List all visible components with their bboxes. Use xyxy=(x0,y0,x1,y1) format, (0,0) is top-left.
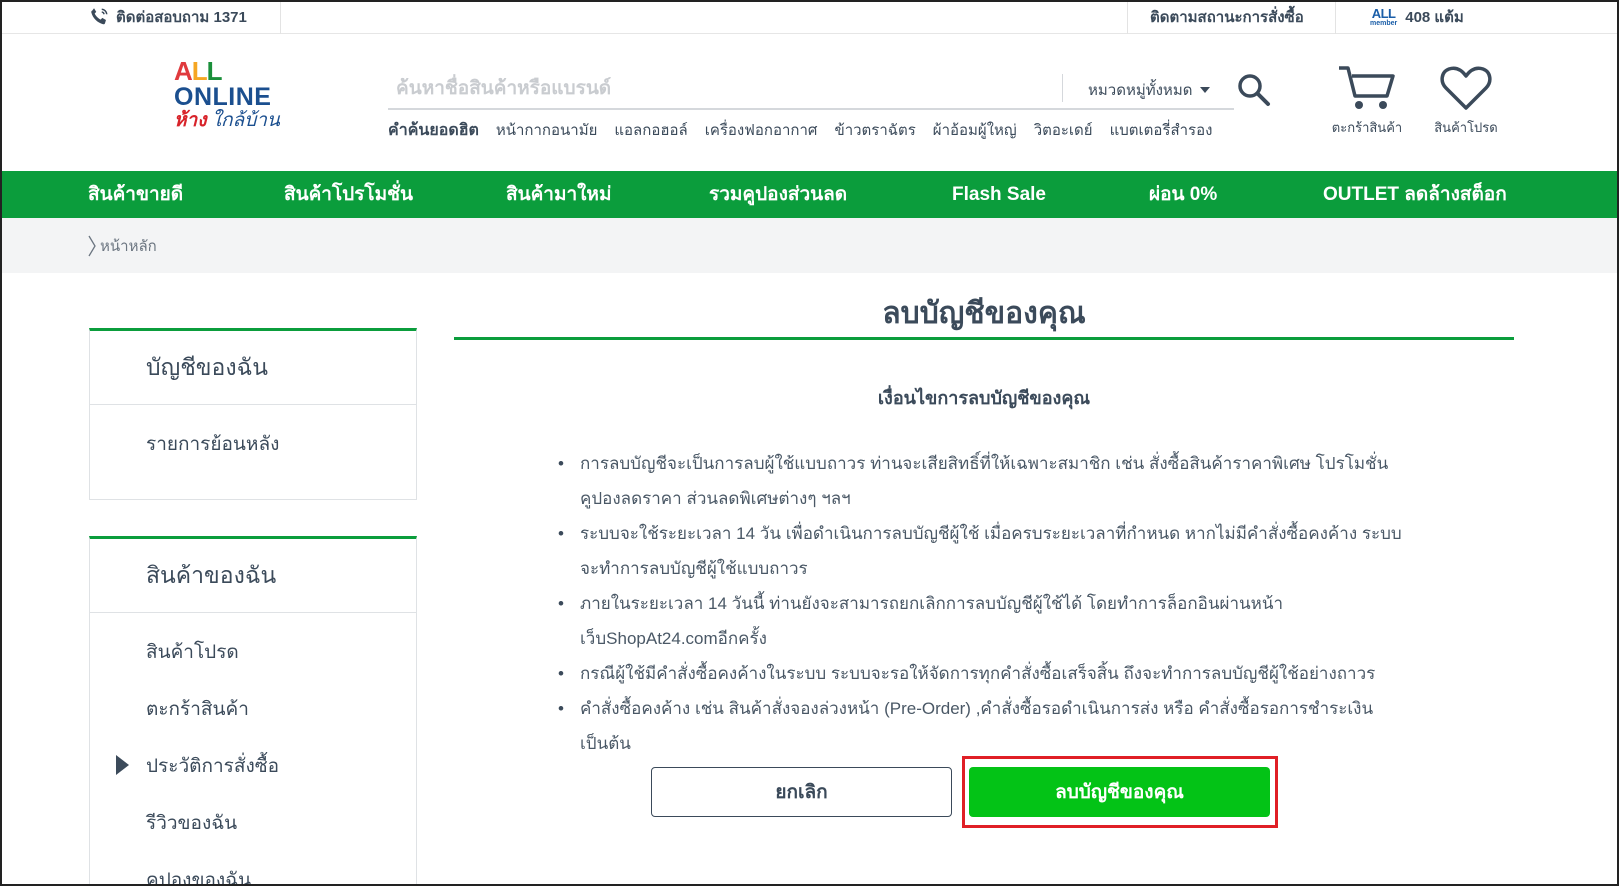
delete-account-button[interactable]: ลบบัญชีของคุณ xyxy=(969,767,1270,817)
favorites-label: สินค้าโปรด xyxy=(1434,120,1498,135)
nav-flash-sale[interactable]: Flash Sale xyxy=(952,171,1046,218)
list-item: การลบบัญชีจะเป็นการลบผู้ใช้แบบถาวร ท่านจ… xyxy=(558,446,1410,516)
phone-icon xyxy=(91,8,108,25)
sidebar-account: บัญชีของฉัน รายการย้อนหลัง xyxy=(89,328,417,500)
nav-coupons[interactable]: รวมคูปองส่วนลด xyxy=(709,171,847,218)
title-underline xyxy=(454,337,1514,340)
chevron-right-icon xyxy=(88,235,96,257)
all-member-logo: ALL member xyxy=(1370,7,1397,27)
sidebar-item-history[interactable]: รายการย้อนหลัง xyxy=(90,429,416,459)
topbar-divider xyxy=(1335,0,1336,34)
caret-down-icon xyxy=(1200,87,1211,93)
favorites-button[interactable]: สินค้าโปรด xyxy=(1424,64,1508,138)
hot-keyword[interactable]: ผ้าอ้อมผู้ใหญ่ xyxy=(933,118,1017,143)
hot-keyword[interactable]: ข้าวตราฉัตร xyxy=(834,118,915,143)
hot-keyword[interactable]: วิตอะเดย์ xyxy=(1034,118,1093,143)
logo-tagline: ห้าง ใกล้บ้าน xyxy=(174,110,280,131)
points-text: 408 แต้ม xyxy=(1405,9,1464,26)
search-divider xyxy=(1062,74,1063,102)
category-dropdown[interactable]: หมวดหมู่ทั้งหมด xyxy=(1088,78,1211,102)
search-input[interactable] xyxy=(396,74,1036,104)
top-utility-bar: ติดต่อสอบถาม 1371 ติดตามสถานะการสั่งซื้อ… xyxy=(0,0,1619,34)
sidebar-item-favorites[interactable]: สินค้าโปรด xyxy=(90,637,416,667)
topbar-divider xyxy=(1127,0,1128,34)
topbar-divider xyxy=(280,0,281,34)
list-item: ระบบจะใช้ระยะเวลา 14 วัน เพื่อดำเนินการล… xyxy=(558,516,1410,586)
hot-keyword[interactable]: แอลกอฮอล์ xyxy=(614,118,687,143)
member-logo-sub: member xyxy=(1370,20,1398,27)
hot-keywords: คำค้นยอดฮิต หน้ากากอนามัย แอลกอฮอล์ เครื… xyxy=(388,118,1212,143)
logo-line-online: ONLINE xyxy=(174,83,272,111)
cart-icon xyxy=(1339,66,1395,109)
cancel-button[interactable]: ยกเลิก xyxy=(651,767,952,817)
cart-button[interactable]: ตะกร้าสินค้า xyxy=(1322,64,1412,138)
nav-bestsellers[interactable]: สินค้าขายดี xyxy=(88,171,183,218)
list-item: กรณีผู้ใช้มีคำสั่งซื้อคงค้างในระบบ ระบบจ… xyxy=(558,656,1410,691)
track-order-link[interactable]: ติดตามสถานะการสั่งซื้อ xyxy=(1150,2,1304,32)
sidebar-item-cart[interactable]: ตะกร้าสินค้า xyxy=(90,694,416,724)
conditions-title: เงื่อนไขการลบบัญชีของคุณ xyxy=(877,388,1091,408)
nav-installment[interactable]: ผ่อน 0% xyxy=(1149,171,1217,218)
active-arrow-icon xyxy=(116,755,129,775)
list-item: ภายในระยะเวลา 14 วันนี้ ท่านยังจะสามารถย… xyxy=(558,586,1410,656)
sidebar-item-reviews[interactable]: รีวิวของฉัน xyxy=(90,808,416,838)
page-title: ลบบัญชีของคุณ xyxy=(882,297,1086,330)
breadcrumb[interactable]: หน้าหลัก xyxy=(88,234,157,258)
nav-new-arrivals[interactable]: สินค้ามาใหม่ xyxy=(506,171,611,218)
hot-keywords-title: คำค้นยอดฮิต xyxy=(388,122,479,139)
main-nav: สินค้าขายดี สินค้าโปรโมชั่น สินค้ามาใหม่… xyxy=(0,171,1619,218)
category-label: หมวดหมู่ทั้งหมด xyxy=(1088,82,1193,99)
member-logo-text: ALL xyxy=(1371,6,1396,21)
sidebar-item-coupons[interactable]: คูปองของฉัน xyxy=(90,865,416,886)
sidebar-item-order-history[interactable]: ประวัติการสั่งซื้อ xyxy=(90,751,416,781)
hot-keyword[interactable]: แบตเตอรี่สำรอง xyxy=(1110,118,1213,143)
cart-label: ตะกร้าสินค้า xyxy=(1331,120,1403,135)
sidebar-products-title: สินค้าของฉัน xyxy=(90,539,416,613)
sidebar-products: สินค้าของฉัน สินค้าโปรด ตะกร้าสินค้า ประ… xyxy=(89,536,417,886)
heart-icon xyxy=(1440,66,1492,110)
sidebar-item-label: ประวัติการสั่งซื้อ xyxy=(146,756,280,777)
search-icon xyxy=(1238,74,1270,106)
member-points[interactable]: ALL member 408 แต้ม xyxy=(1370,2,1464,32)
list-item: คำสั่งซื้อคงค้าง เช่น สินค้าสั่งจองล่วงห… xyxy=(558,691,1410,761)
nav-promotions[interactable]: สินค้าโปรโมชั่น xyxy=(284,171,413,218)
nav-outlet[interactable]: OUTLET ลดล้างสต็อก xyxy=(1323,171,1507,218)
search-bar: หมวดหมู่ทั้งหมด xyxy=(388,70,1234,110)
terms-list: การลบบัญชีจะเป็นการลบผู้ใช้แบบถาวร ท่านจ… xyxy=(558,446,1410,761)
all-online-logo[interactable]: ALL ONLINE ห้าง ใกล้บ้าน xyxy=(174,58,284,132)
search-button[interactable] xyxy=(1236,72,1272,108)
breadcrumb-home: หน้าหลัก xyxy=(100,238,157,255)
logo-line-all: ALL xyxy=(174,56,223,86)
sidebar-account-title: บัญชีของฉัน xyxy=(90,331,416,405)
hot-keyword[interactable]: หน้ากากอนามัย xyxy=(496,118,598,143)
hot-keyword[interactable]: เครื่องฟอกอากาศ xyxy=(705,118,818,143)
contact-text: ติดต่อสอบถาม 1371 xyxy=(116,9,247,26)
contact-link[interactable]: ติดต่อสอบถาม 1371 xyxy=(88,2,247,32)
breadcrumb-bar: หน้าหลัก xyxy=(0,218,1619,273)
